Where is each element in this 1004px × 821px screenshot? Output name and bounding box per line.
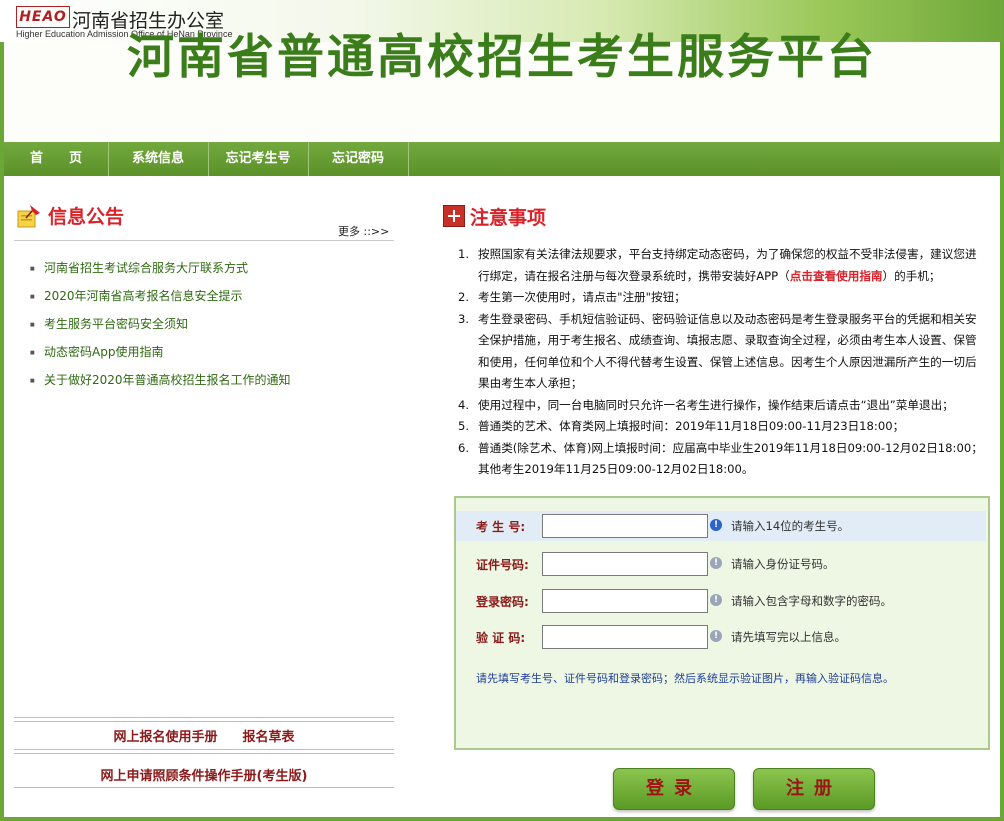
attention-item: 3. 考生登录密码、手机短信验证码、密码验证信息以及动态密码是考生登录服务平台的…: [458, 309, 988, 395]
nav-item-forgot-password[interactable]: 忘记密码: [308, 142, 409, 176]
notice-item[interactable]: 考生服务平台密码安全须知: [30, 314, 291, 342]
id-number-row: 证件号码: ! 请输入身份证号码。: [456, 549, 986, 579]
nav-item-system-info[interactable]: 系统信息: [108, 142, 209, 176]
registration-form-link[interactable]: 报名草表: [243, 730, 295, 745]
divider: [14, 717, 394, 718]
frame-right-border: [1000, 42, 1004, 821]
password-row: 登录密码: ! 请输入包含字母和数字的密码。: [456, 586, 986, 616]
captcha-hint: 请先填写完以上信息。: [731, 630, 846, 644]
notice-item[interactable]: 动态密码App使用指南: [30, 342, 291, 370]
exam-number-label: 考 生 号:: [476, 520, 526, 534]
password-label: 登录密码:: [476, 595, 529, 609]
password-input[interactable]: [542, 589, 708, 613]
attention-item-number: 2.: [458, 290, 470, 304]
notice-pin-icon: [17, 205, 40, 228]
attention-item-text: 普通类的艺术、体育类网上填报时间：2019年11月18日09:00-11月23日…: [478, 419, 905, 433]
divider: [14, 787, 394, 788]
id-number-input[interactable]: [542, 552, 708, 576]
exam-number-row: 考 生 号: ! 请输入14位的考生号。: [456, 511, 986, 541]
info-icon: !: [710, 557, 722, 569]
usage-guide-link[interactable]: 点击查看使用指南: [790, 269, 883, 283]
exam-number-input[interactable]: [542, 514, 708, 538]
notice-item[interactable]: 河南省招生考试综合服务大厅联系方式: [30, 258, 291, 286]
attention-item-number: 1.: [458, 247, 470, 261]
divider: [14, 721, 394, 722]
user-manual-link[interactable]: 网上报名使用手册: [113, 730, 217, 745]
attention-item-number: 6.: [458, 440, 470, 455]
manual-links-row: 网上报名使用手册 报名草表: [14, 726, 394, 745]
attention-item: 5. 普通类的艺术、体育类网上填报时间：2019年11月18日09:00-11月…: [458, 416, 988, 438]
info-icon: !: [710, 630, 722, 642]
care-manual-link[interactable]: 网上申请照顾条件操作手册(考生版): [14, 765, 394, 784]
attention-item-number: 5.: [458, 419, 470, 433]
info-icon: !: [710, 594, 722, 606]
id-number-label: 证件号码:: [476, 558, 529, 572]
login-tip: 请先填写考生号、证件号码和登录密码；然后系统显示验证图片，再输入验证码信息。: [476, 672, 894, 685]
notice-item[interactable]: 2020年河南省高考报名信息安全提示: [30, 286, 291, 314]
attention-item-text: 考生第一次使用时，请点击"注册"按钮；: [478, 290, 686, 304]
notice-list: 河南省招生考试综合服务大厅联系方式 2020年河南省高考报名信息安全提示 考生服…: [30, 258, 291, 398]
attention-item-number: 3.: [458, 311, 470, 326]
attention-item: 4. 使用过程中，同一台电脑同时只允许一名考生进行操作，操作结束后请点击“退出”…: [458, 395, 988, 417]
main-nav: 首 页 系统信息 忘记考生号 忘记密码: [4, 142, 1000, 176]
attention-item-text: 普通类(除艺术、体育)网上填报时间：应届高中毕业生2019年11月18日09:0…: [478, 440, 983, 477]
nav-item-forgot-exam-number[interactable]: 忘记考生号: [208, 142, 309, 176]
id-number-hint: 请输入身份证号码。: [731, 557, 835, 571]
login-button[interactable]: 登录: [613, 768, 735, 810]
attention-section-title: 注意事项: [470, 207, 547, 229]
page-title: 河南省普通高校招生考生服务平台: [127, 30, 877, 85]
nav-item-home[interactable]: 首 页: [4, 142, 109, 176]
captcha-input[interactable]: [542, 625, 708, 649]
login-form: 考 生 号: ! 请输入14位的考生号。 证件号码: ! 请输入身份证号码。 登…: [454, 496, 990, 750]
plus-icon: [443, 205, 465, 227]
attention-item-text: 考生登录密码、手机短信验证码、密码验证信息以及动态密码是考生登录服务平台的凭据和…: [478, 311, 977, 391]
frame-bottom-border: [0, 817, 1004, 821]
divider: [14, 749, 394, 750]
divider: [14, 240, 394, 241]
password-hint: 请输入包含字母和数字的密码。: [731, 594, 892, 608]
attention-item: 1. 按照国家有关法律法规要求，平台支持绑定动态密码，为了确保您的权益不受非法侵…: [458, 244, 988, 287]
attention-item: 6. 普通类(除艺术、体育)网上填报时间：应届高中毕业生2019年11月18日0…: [458, 438, 988, 481]
attention-item-text: ）的手机；: [882, 268, 941, 283]
attention-item-text: 使用过程中，同一台电脑同时只允许一名考生进行操作，操作结束后请点击“退出”菜单退…: [478, 397, 954, 412]
captcha-label: 验 证 码:: [476, 631, 526, 645]
info-icon: !: [710, 519, 722, 531]
register-button[interactable]: 注册: [753, 768, 875, 810]
attention-item: 2. 考生第一次使用时，请点击"注册"按钮；: [458, 287, 988, 309]
attention-list: 1. 按照国家有关法律法规要求，平台支持绑定动态密码，为了确保您的权益不受非法侵…: [458, 244, 988, 481]
exam-number-hint: 请输入14位的考生号。: [731, 519, 850, 533]
notice-section-title: 信息公告: [48, 206, 125, 228]
attention-item-number: 4.: [458, 397, 470, 412]
more-link[interactable]: 更多 ::>>: [338, 223, 389, 239]
divider: [14, 753, 394, 754]
captcha-row: 验 证 码: ! 请先填写完以上信息。: [456, 622, 986, 652]
notice-item[interactable]: 关于做好2020年普通高校招生报名工作的通知: [30, 370, 291, 398]
